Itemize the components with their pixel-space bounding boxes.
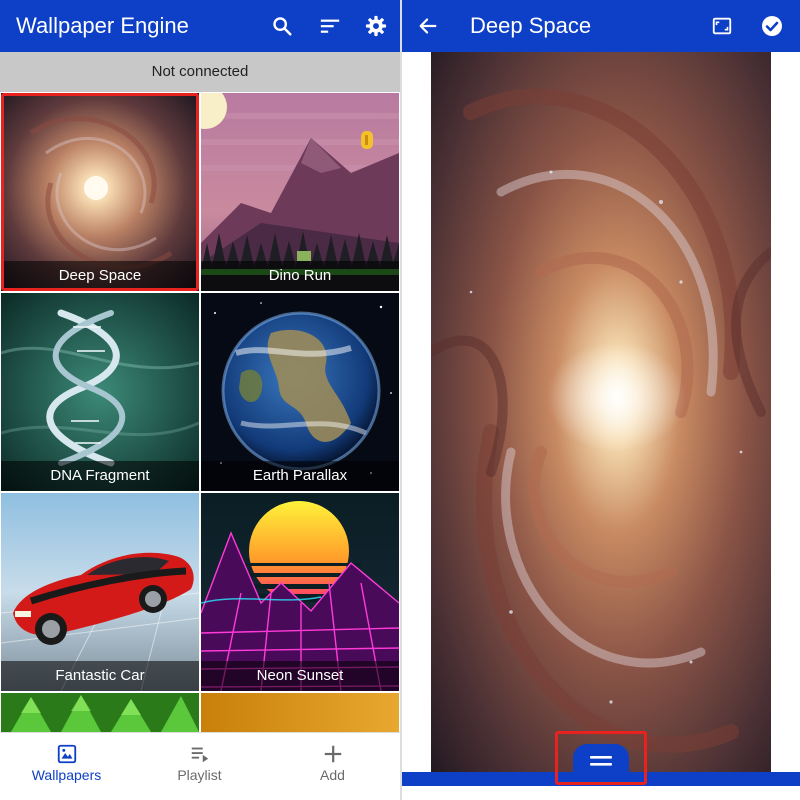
- arrow-left-icon: [419, 18, 437, 34]
- bottom-bar-gap: [402, 786, 800, 800]
- nav-label: Playlist: [177, 767, 222, 783]
- drawer-handle-button[interactable]: [573, 744, 629, 778]
- wallpaper-list-screen: Wallpaper Engine Not connected Deep Spac…: [0, 0, 400, 800]
- plus-icon: [324, 745, 341, 763]
- settings-button[interactable]: [356, 0, 396, 52]
- wallpaper-tile-partial[interactable]: [1, 693, 199, 732]
- deep-space-preview-image: [431, 52, 771, 772]
- nav-add[interactable]: Add: [266, 733, 399, 800]
- wallpaper-tile-deep-space[interactable]: Deep Space: [1, 93, 199, 291]
- nav-wallpapers[interactable]: Wallpapers: [0, 733, 133, 800]
- search-icon: [273, 17, 292, 36]
- app-title: Wallpaper Engine: [16, 13, 189, 38]
- wallpaper-title: Deep Space: [1, 261, 199, 291]
- nav-label: Wallpapers: [31, 767, 102, 783]
- wallpaper-tile-dino-run[interactable]: Dino Run: [201, 93, 399, 291]
- wallpaper-tile-neon-sunset[interactable]: Neon Sunset: [201, 493, 399, 691]
- crop-button[interactable]: [702, 0, 742, 52]
- partial-thumbnail: [1, 693, 199, 732]
- wallpapers-icon: [57, 744, 76, 764]
- wallpaper-tile-fantastic-car[interactable]: Fantastic Car: [1, 493, 199, 691]
- wallpaper-tile-partial[interactable]: [201, 693, 399, 732]
- wallpaper-title: DNA Fragment: [1, 461, 199, 491]
- wallpaper-title: Fantastic Car: [1, 661, 199, 691]
- wallpaper-title: Dino Run: [201, 261, 399, 291]
- playlist-icon: [191, 747, 208, 763]
- wallpaper-preview[interactable]: [431, 52, 771, 772]
- wallpaper-title: Neon Sunset: [201, 661, 399, 691]
- search-button[interactable]: [262, 0, 302, 52]
- partial-thumbnail: [201, 693, 399, 732]
- sort-button[interactable]: [310, 0, 350, 52]
- wallpaper-tile-earth-parallax[interactable]: Earth Parallax: [201, 293, 399, 491]
- app-bar: Wallpaper Engine: [0, 0, 400, 52]
- detail-title: Deep Space: [470, 13, 592, 38]
- wallpaper-detail-screen: Deep Space: [402, 0, 800, 800]
- wallpaper-title: Earth Parallax: [201, 461, 399, 491]
- check-circle-icon: [762, 16, 782, 36]
- detail-app-bar: Deep Space: [402, 0, 800, 52]
- drawer-handle-highlight: [555, 731, 647, 785]
- wallpaper-grid: Deep Space Dino Run DNA Fragment Earth P…: [0, 92, 400, 732]
- connection-status: Not connected: [0, 52, 400, 92]
- gear-icon: [365, 15, 387, 37]
- back-button[interactable]: [408, 0, 448, 52]
- apply-button[interactable]: [752, 0, 792, 52]
- drawer-handle-icon: [590, 756, 612, 766]
- crop-icon: [712, 17, 732, 35]
- bottom-navigation: Wallpapers Playlist Add: [0, 732, 400, 800]
- sort-icon: [320, 19, 340, 33]
- wallpaper-tile-dna-fragment[interactable]: DNA Fragment: [1, 293, 199, 491]
- nav-label: Add: [320, 767, 345, 783]
- nav-playlist[interactable]: Playlist: [133, 733, 266, 800]
